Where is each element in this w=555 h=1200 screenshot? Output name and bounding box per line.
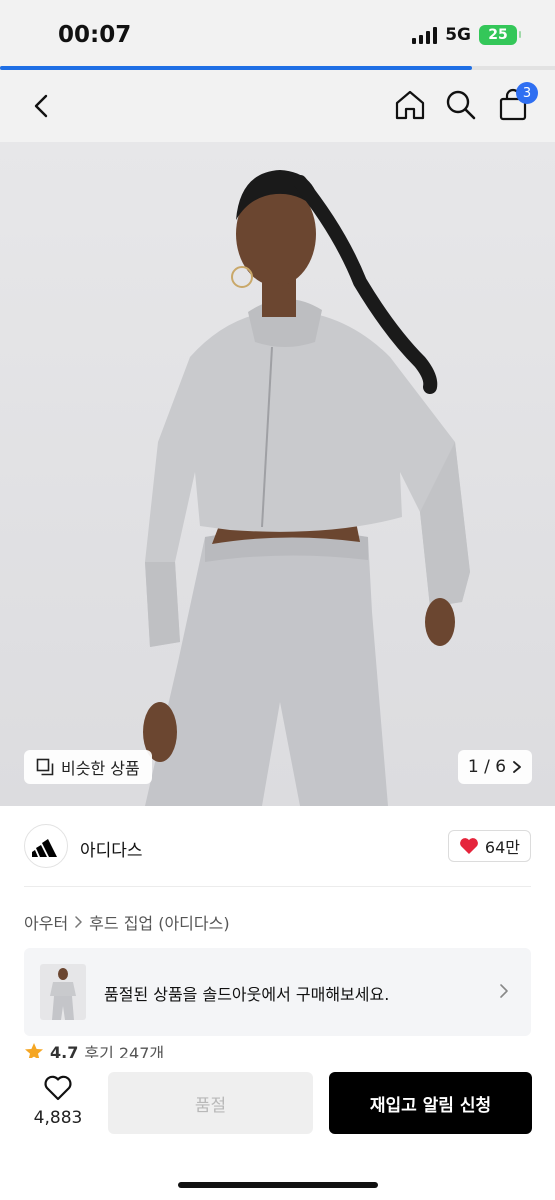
breadcrumb-category[interactable]: 아우터 xyxy=(24,910,68,934)
product-image-carousel[interactable]: 비슷한 상품 1 / 6 xyxy=(0,142,555,806)
restock-alert-button[interactable]: 재입고 알림 신청 xyxy=(329,1072,532,1134)
heart-outline-icon xyxy=(44,1075,72,1101)
brand-like-button[interactable]: 64만 xyxy=(447,830,531,862)
chevron-right-icon xyxy=(513,761,521,773)
soldout-button: 품절 xyxy=(108,1072,313,1134)
status-indicators: 5G 25 xyxy=(412,25,521,45)
home-indicator[interactable] xyxy=(178,1182,378,1188)
search-icon xyxy=(446,90,476,120)
similar-products-button[interactable]: 비슷한 상품 xyxy=(24,750,152,784)
search-button[interactable] xyxy=(444,88,478,122)
product-photo xyxy=(143,170,470,806)
soldout-button-label: 품절 xyxy=(194,1095,227,1116)
similar-products-label: 비슷한 상품 xyxy=(61,759,140,778)
soldout-promo-text: 품절된 상품을 솔드아웃에서 구매해보세요. xyxy=(104,985,390,1004)
network-type: 5G xyxy=(445,25,471,45)
category-breadcrumb: 아우터 후드 집업 (아디다스) xyxy=(24,910,230,934)
cellular-signal-icon xyxy=(412,26,438,44)
battery-level: 25 xyxy=(488,27,508,43)
bottom-action-bar: 4,883 품절 재입고 알림 신청 xyxy=(0,1058,555,1200)
breadcrumb-subcategory[interactable]: 후드 집업 (아디다스) xyxy=(89,910,229,934)
brand-like-count: 64만 xyxy=(484,838,520,857)
home-button[interactable] xyxy=(393,88,427,122)
brand-row: 아디다스 64만 xyxy=(0,806,555,886)
back-button[interactable] xyxy=(26,90,58,122)
brand-logo[interactable] xyxy=(24,824,68,868)
soldout-promo-banner[interactable]: 품절된 상품을 솔드아웃에서 구매해보세요. xyxy=(24,948,531,1036)
top-nav: 3 xyxy=(0,70,555,142)
home-icon xyxy=(395,90,425,120)
status-time: 00:07 xyxy=(58,22,132,48)
chevron-right-icon xyxy=(500,984,508,998)
adidas-logo-icon xyxy=(32,839,57,857)
battery-icon: 25 xyxy=(479,25,521,45)
image-pager-button[interactable]: 1 / 6 xyxy=(458,750,532,784)
wishlist-button[interactable]: 4,883 xyxy=(30,1074,86,1128)
heart-filled-icon xyxy=(459,838,478,854)
section-divider xyxy=(24,886,531,887)
chevron-right-icon xyxy=(75,916,82,928)
brand-name[interactable]: 아디다스 xyxy=(80,836,143,861)
back-icon xyxy=(34,94,48,118)
status-bar: 00:07 5G 25 xyxy=(0,0,555,66)
similar-items-icon xyxy=(36,758,54,776)
restock-alert-label: 재입고 알림 신청 xyxy=(369,1095,492,1116)
image-pager-label: 1 / 6 xyxy=(467,757,507,777)
cart-button[interactable]: 3 xyxy=(496,82,538,122)
cart-count-badge: 3 xyxy=(516,82,538,104)
soldout-thumbnail xyxy=(40,964,86,1020)
wishlist-count: 4,883 xyxy=(33,1108,83,1128)
